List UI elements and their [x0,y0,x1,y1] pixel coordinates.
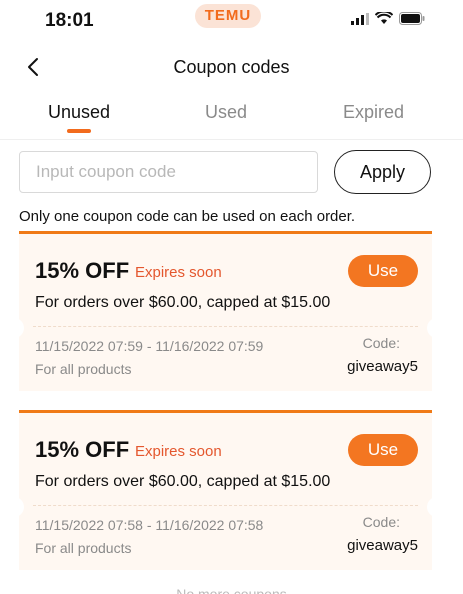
active-tab-indicator [67,129,91,133]
apply-button[interactable]: Apply [334,150,431,194]
nav-bar: Coupon codes [0,48,463,88]
coupon-tabs: Unused Used Expired [0,100,463,140]
coupon-expiry-tag: Expires soon [135,264,222,281]
no-more-coupons-text: No more coupons [176,586,287,594]
card-notch [14,318,24,338]
coupon-discount: 15% OFF [35,437,130,462]
coupon-code-value: giveaway5 [347,537,418,554]
status-bar: 18:01 TEMU [0,0,463,40]
coupon-validity: 11/15/2022 07:59 - 11/16/2022 07:59 [35,338,264,354]
card-notch [427,318,437,338]
coupon-scope: For all products [35,540,132,556]
coupon-notice: Only one coupon code can be used on each… [19,208,356,225]
coupon-code-label: Code: [362,335,400,351]
coupon-scope: For all products [35,361,132,377]
coupon-card: 15% OFF Expires soon Use For orders over… [14,410,437,570]
tab-expired[interactable]: Expired [343,102,404,123]
card-notch [427,497,437,517]
tab-unused[interactable]: Unused [48,102,110,123]
tab-used[interactable]: Used [205,102,247,123]
use-coupon-button[interactable]: Use [348,255,418,287]
coupon-validity: 11/15/2022 07:58 - 11/16/2022 07:58 [35,517,264,533]
battery-icon [399,12,425,25]
card-notch [14,497,24,517]
coupon-expiry-tag: Expires soon [135,443,222,460]
coupon-discount: 15% OFF [35,258,130,283]
card-divider [33,326,418,327]
coupon-code-input[interactable] [19,151,318,193]
coupon-code-label: Code: [362,514,400,530]
coupon-condition: For orders over $60.00, capped at $15.00 [35,473,331,490]
coupon-code-value: giveaway5 [347,358,418,375]
status-icons [351,12,425,25]
coupon-card: 15% OFF Expires soon Use For orders over… [14,231,437,391]
signal-icon [351,12,369,25]
coupon-condition: For orders over $60.00, capped at $15.00 [35,294,331,311]
card-divider [33,505,418,506]
page-title: Coupon codes [173,57,290,77]
status-time: 18:01 [45,10,94,31]
wifi-icon [375,12,393,24]
app-badge: TEMU [195,4,261,28]
use-coupon-button[interactable]: Use [348,434,418,466]
